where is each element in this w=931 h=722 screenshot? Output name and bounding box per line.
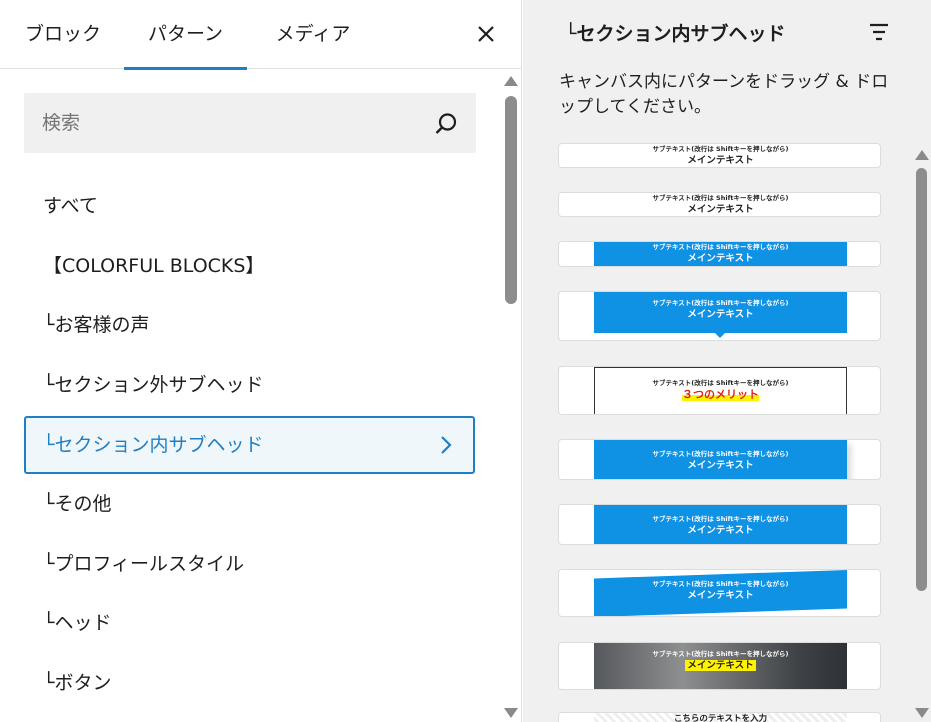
pattern-sub-text: サブテキスト(改行は Shiftキーを押しながら) xyxy=(652,450,789,458)
pattern-sub-text: サブテキスト(改行は Shiftキーを押しながら) xyxy=(652,243,789,251)
drag-drop-hint: キャンバス内にパターンをドラッグ & ドロップしてください。 xyxy=(559,72,889,117)
pattern-preview[interactable]: サブテキスト(改行は Shiftキーを押しながら) ３つのメリット xyxy=(558,366,881,415)
pattern-category-title: └セクション内サブヘッド xyxy=(565,23,786,45)
pattern-preview[interactable]: サブテキスト(改行は Shiftキーを押しながら) メインテキスト xyxy=(558,569,881,617)
pattern-striped-box: こちらのテキストを入力 xyxy=(594,713,847,722)
chevron-right-icon xyxy=(441,436,452,454)
pattern-preview[interactable]: サブテキスト(改行は Shiftキーを押しながら) メインテキスト xyxy=(558,642,881,690)
pattern-scrollbar[interactable] xyxy=(912,143,931,722)
pattern-blue-banner: サブテキスト(改行は Shiftキーを押しながら) メインテキスト xyxy=(594,292,847,333)
pattern-sub-text: サブテキスト(改行は Shiftキーを押しながら) xyxy=(652,194,789,202)
pattern-main-text: メインテキスト xyxy=(687,460,754,471)
pattern-merit-highlight: ３つのメリット xyxy=(682,388,759,401)
pattern-text: サブテキスト(改行は Shiftキーを押しながら) メインテキスト xyxy=(594,193,847,216)
category-button[interactable]: └ボタン xyxy=(24,654,475,712)
pattern-sub-text: サブテキスト(改行は Shiftキーを押しながら) xyxy=(652,650,789,658)
pattern-blue-banner: サブテキスト(改行は Shiftキーを押しながら) メインテキスト xyxy=(594,440,847,479)
inserter-tabs: ブロック パターン メディア xyxy=(0,0,521,70)
tab-pattern[interactable]: パターン xyxy=(124,0,247,70)
pattern-main-text: メインテキスト xyxy=(594,659,847,672)
pattern-sub-text: サブテキスト(改行は Shiftキーを押しながら) xyxy=(652,580,789,588)
scroll-up-arrow-icon[interactable] xyxy=(915,150,929,160)
scroll-down-arrow-icon[interactable] xyxy=(915,708,929,718)
category-other[interactable]: └その他 xyxy=(24,475,475,533)
pattern-main-highlight: メインテキスト xyxy=(685,660,756,671)
inserter-panel: ブロック パターン メディア すべて 【COLORFUL BLOCKS】 └お客… xyxy=(0,0,522,722)
pattern-sub-text: サブテキスト(改行は Shiftキーを押しながら) xyxy=(652,515,789,523)
pattern-main-text: メインテキスト xyxy=(687,590,754,601)
pattern-outlined-box: サブテキスト(改行は Shiftキーを押しながら) ３つのメリット xyxy=(594,367,847,414)
category-all[interactable]: すべて xyxy=(24,177,475,235)
pattern-sub-text: サブテキスト(改行は Shiftキーを押しながら) xyxy=(652,145,789,153)
pattern-preview[interactable]: サブテキスト(改行は Shiftキーを押しながら) メインテキスト xyxy=(558,504,881,545)
filter-icon[interactable] xyxy=(867,20,891,44)
close-button[interactable] xyxy=(470,18,502,50)
category-scrollbar[interactable] xyxy=(501,72,521,722)
pattern-photo-banner: サブテキスト(改行は Shiftキーを押しながら) メインテキスト xyxy=(594,643,847,689)
search-box xyxy=(24,93,476,153)
pattern-text: サブテキスト(改行は Shiftキーを押しながら) メインテキスト xyxy=(594,144,847,167)
pattern-blue-banner: サブテキスト(改行は Shiftキーを押しながら) メインテキスト xyxy=(594,242,847,266)
pattern-preview[interactable]: サブテキスト(改行は Shiftキーを押しながら) メインテキスト xyxy=(558,241,881,267)
pattern-last-text: こちらのテキストを入力 xyxy=(673,714,768,722)
scrollbar-thumb[interactable] xyxy=(916,168,927,591)
pattern-preview-panel: └セクション内サブヘッド キャンバス内にパターンをドラッグ & ドロップしてくだ… xyxy=(523,0,931,722)
category-customer-voice[interactable]: └お客様の声 xyxy=(24,296,475,354)
search-icon[interactable] xyxy=(432,110,460,138)
category-profile-style[interactable]: └プロフィールスタイル xyxy=(24,535,475,593)
scrollbar-thumb[interactable] xyxy=(505,96,517,304)
category-outer-subhead[interactable]: └セクション外サブヘッド xyxy=(24,356,475,414)
category-head[interactable]: └ヘッド xyxy=(24,594,475,652)
scroll-down-arrow-icon[interactable] xyxy=(504,708,518,718)
speech-tail-shape xyxy=(715,333,725,338)
pattern-sub-text: サブテキスト(改行は Shiftキーを押しながら) xyxy=(652,299,789,307)
pattern-preview[interactable]: サブテキスト(改行は Shiftキーを押しながら) メインテキスト xyxy=(558,192,881,217)
pattern-slanted-banner: サブテキスト(改行は Shiftキーを押しながら) メインテキスト xyxy=(594,570,847,616)
tab-block[interactable]: ブロック xyxy=(24,0,102,69)
pattern-main-text: メインテキスト xyxy=(687,253,754,264)
category-inner-subhead-label: └セクション内サブヘッド xyxy=(43,434,264,456)
category-inner-subhead[interactable]: └セクション内サブヘッド xyxy=(24,416,475,474)
tab-media[interactable]: メディア xyxy=(275,0,351,69)
pattern-main-text: メインテキスト xyxy=(687,204,754,215)
pattern-main-text: メインテキスト xyxy=(687,525,754,536)
category-colorful-blocks[interactable]: 【COLORFUL BLOCKS】 xyxy=(24,237,475,295)
pattern-preview[interactable]: こちらのテキストを入力 xyxy=(558,712,881,722)
pattern-preview[interactable]: サブテキスト(改行は Shiftキーを押しながら) メインテキスト xyxy=(558,291,881,341)
pattern-blue-banner: サブテキスト(改行は Shiftキーを押しながら) メインテキスト xyxy=(594,505,847,544)
pattern-merit-text: ３つのメリット xyxy=(595,388,846,401)
search-input[interactable] xyxy=(24,93,424,153)
scroll-up-arrow-icon[interactable] xyxy=(504,76,518,86)
pattern-preview[interactable]: サブテキスト(改行は Shiftキーを押しながら) メインテキスト xyxy=(558,439,881,480)
close-icon xyxy=(478,26,494,42)
pattern-main-text: メインテキスト xyxy=(687,309,754,320)
pattern-sub-text: サブテキスト(改行は Shiftキーを押しながら) xyxy=(652,379,789,387)
pattern-main-text: メインテキスト xyxy=(687,155,754,166)
pattern-preview[interactable]: サブテキスト(改行は Shiftキーを押しながら) メインテキスト xyxy=(558,143,881,168)
